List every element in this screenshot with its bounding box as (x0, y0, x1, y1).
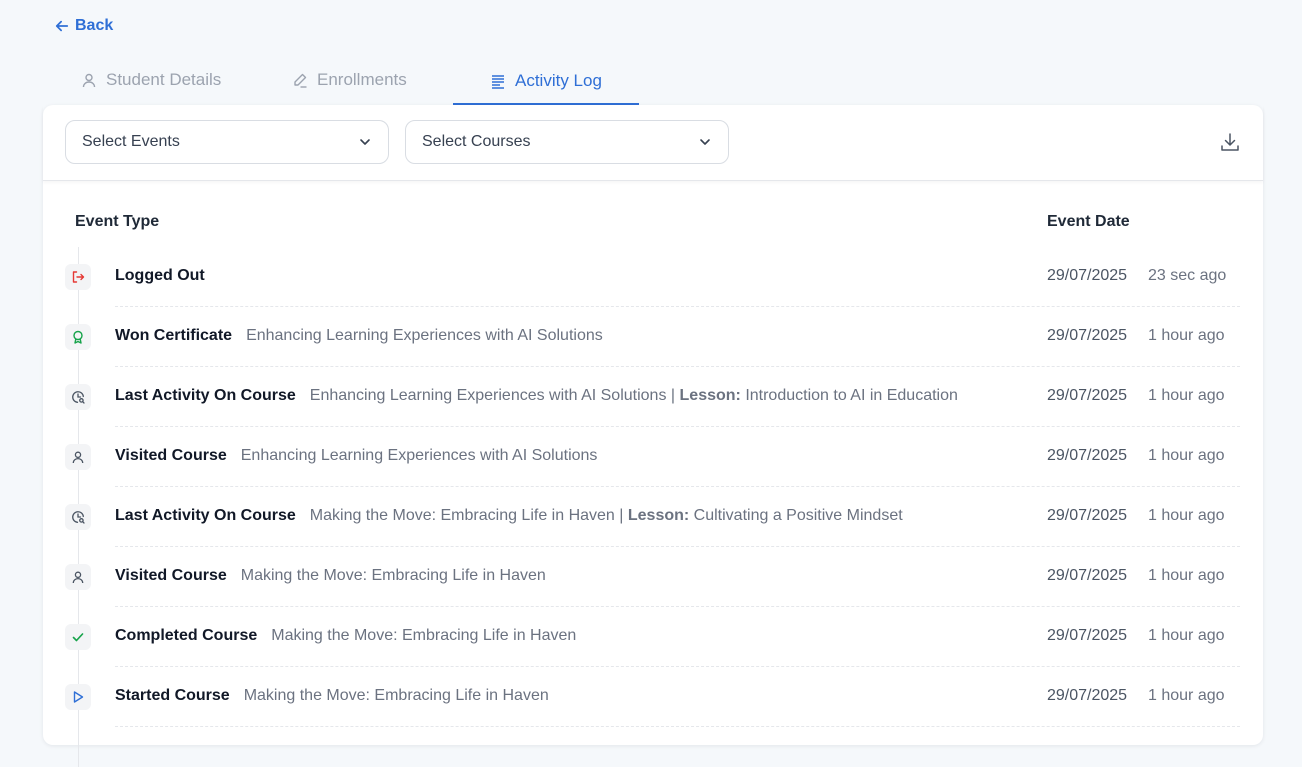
list-icon (492, 74, 504, 89)
table-row: Last Activity On Course Making the Move: … (43, 487, 1263, 547)
event-relative-time: 1 hour ago (1148, 567, 1225, 584)
table-row: Won Certificate Enhancing Learning Experi… (43, 307, 1263, 367)
event-text: Last Activity On Course Making the Move: … (115, 507, 903, 525)
filter-bar: Select Events Select Courses (43, 105, 1263, 181)
event-course: Making the Move: Embracing Life in Haven… (310, 507, 903, 524)
event-text: Won Certificate Enhancing Learning Experi… (115, 327, 603, 345)
event-name: Last Activity On Course (115, 387, 296, 404)
event-description: Making the Move: Embracing Life in Haven (271, 627, 577, 644)
courses-select[interactable]: Select Courses (405, 120, 729, 164)
arrow-left-icon (55, 20, 69, 32)
user-icon (65, 564, 91, 590)
event-description: Enhancing Learning Experiences with AI S… (240, 447, 598, 464)
event-text: Started Course Making the Move: Embracing… (115, 687, 549, 705)
chevron-down-icon (700, 139, 710, 145)
tab-enrollments[interactable]: Enrollments (259, 58, 453, 102)
event-name: Visited Course (115, 567, 227, 584)
event-description: Enhancing Learning Experiences with AI S… (309, 387, 676, 404)
event-date: 29/07/2025 (1047, 387, 1128, 404)
event-course: Enhancing Learning Experiences with AI S… (246, 327, 603, 344)
event-name: Started Course (115, 687, 230, 704)
event-relative-time: 1 hour ago (1148, 507, 1225, 524)
event-description: Making the Move: Embracing Life in Haven (243, 687, 549, 704)
event-course: Enhancing Learning Experiences with AI S… (310, 387, 958, 404)
award-icon (65, 324, 91, 350)
event-relative-time: 1 hour ago (1148, 387, 1225, 404)
lesson-name: Introduction to AI in Education (745, 387, 958, 404)
event-date: 29/07/2025 (1047, 567, 1128, 584)
event-text: Completed Course Making the Move: Embraci… (115, 627, 576, 645)
event-name: Visited Course (115, 447, 227, 464)
event-description: Enhancing Learning Experiences with AI S… (246, 327, 603, 344)
user-icon (65, 444, 91, 470)
tab-bar: Student Details Enrollments Activity Log (63, 58, 639, 105)
event-date: 29/07/2025 (1047, 687, 1128, 704)
user-icon (82, 73, 96, 88)
event-date: 29/07/2025 (1047, 627, 1128, 644)
column-header-event-type: Event Type (75, 213, 160, 230)
tab-student-details[interactable]: Student Details (63, 58, 259, 102)
logout-icon (65, 264, 91, 290)
event-text: Visited Course Making the Move: Embracing… (115, 567, 546, 585)
events-select[interactable]: Select Events (65, 120, 389, 164)
event-name: Won Certificate (115, 327, 233, 344)
tab-label: Enrollments (317, 70, 407, 89)
play-icon (65, 684, 91, 710)
event-date: 29/07/2025 (1047, 267, 1128, 284)
event-date: 29/07/2025 (1047, 447, 1128, 464)
table-row: Started Course Making the Move: Embracing… (43, 667, 1263, 727)
activity-log-card: Select Events Select Courses Event Type … (43, 105, 1263, 767)
event-name: Completed Course (115, 627, 258, 644)
pencil-icon (294, 73, 307, 88)
lesson-label: Lesson: (627, 507, 690, 524)
back-button[interactable]: Back (55, 17, 113, 35)
table-row: Last Activity On Course Enhancing Learnin… (43, 367, 1263, 427)
event-course: Enhancing Learning Experiences with AI S… (241, 447, 598, 464)
event-text: Visited Course Enhancing Learning Experie… (115, 447, 597, 465)
event-name: Last Activity On Course (115, 507, 296, 524)
tab-activity-log[interactable]: Activity Log (453, 58, 639, 105)
event-relative-time: 1 hour ago (1148, 447, 1225, 464)
event-date: 29/07/2025 (1047, 327, 1128, 344)
column-header-event-date: Event Date (1047, 213, 1130, 230)
events-select-label: Select Events (82, 133, 180, 150)
event-text: Last Activity On Course Enhancing Learnin… (115, 387, 958, 405)
clock-search-icon (65, 504, 91, 530)
event-date: 29/07/2025 (1047, 507, 1128, 524)
event-course: Making the Move: Embracing Life in Haven (271, 627, 576, 644)
event-course: Making the Move: Embracing Life in Haven (244, 687, 549, 704)
download-icon[interactable] (1219, 131, 1241, 153)
lesson-name: Cultivating a Positive Mindset (693, 507, 903, 524)
event-relative-time: 1 hour ago (1148, 687, 1225, 704)
check-icon (65, 624, 91, 650)
event-relative-time: 1 hour ago (1148, 327, 1225, 344)
row-divider (115, 726, 1240, 727)
tab-label: Activity Log (515, 70, 602, 90)
courses-select-label: Select Courses (422, 133, 531, 150)
event-relative-time: 23 sec ago (1148, 267, 1227, 284)
chevron-down-icon (360, 139, 370, 145)
event-name: Logged Out (115, 267, 205, 284)
tab-label: Student Details (106, 70, 222, 89)
table-row: Visited Course Making the Move: Embracing… (43, 547, 1263, 607)
table-row: Logged Out 29/07/2025 23 sec ago (43, 247, 1263, 307)
lesson-label: Lesson: (679, 387, 741, 404)
table-row: Visited Course Enhancing Learning Experie… (43, 427, 1263, 487)
event-description: Making the Move: Embracing Life in Haven… (309, 507, 624, 524)
back-label: Back (75, 17, 114, 34)
table-row: Completed Course Making the Move: Embraci… (43, 607, 1263, 667)
event-relative-time: 1 hour ago (1148, 627, 1225, 644)
clock-search-icon (65, 384, 91, 410)
event-text: Logged Out (115, 267, 205, 285)
event-description: Making the Move: Embracing Life in Haven (240, 567, 546, 584)
event-course: Making the Move: Embracing Life in Haven (241, 567, 546, 584)
